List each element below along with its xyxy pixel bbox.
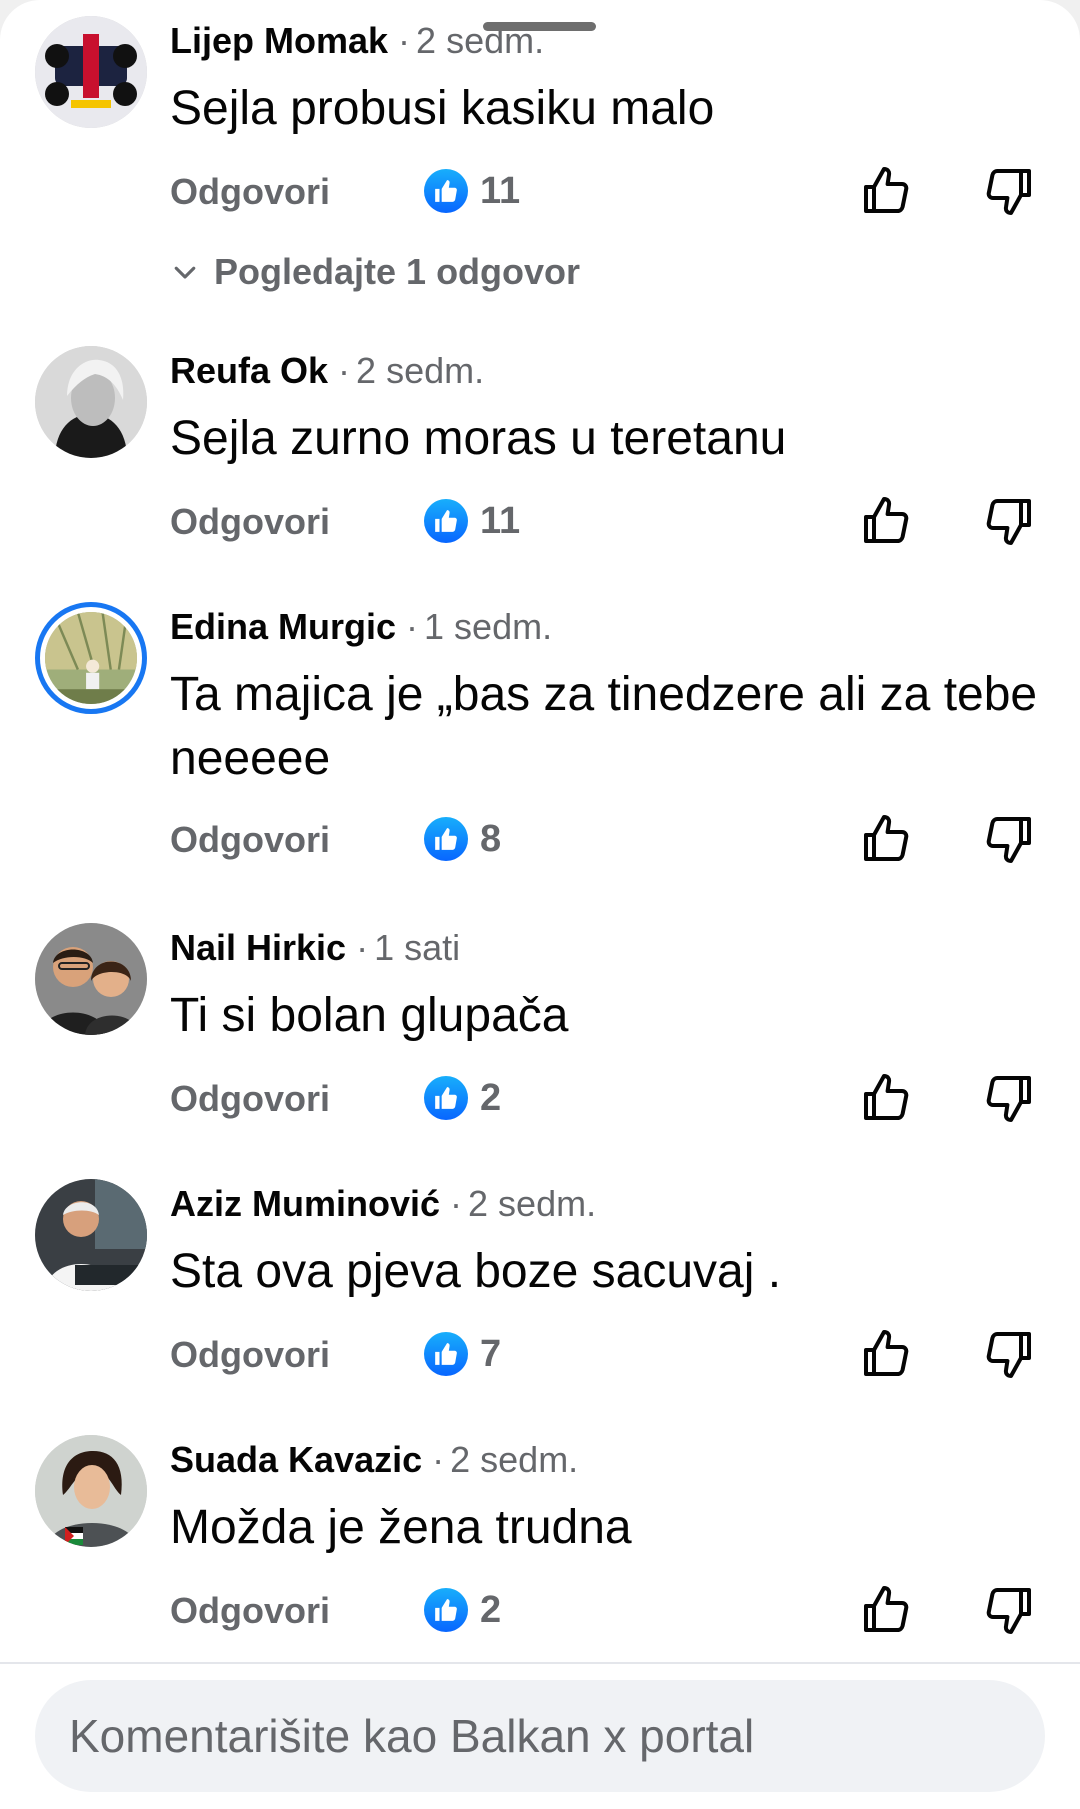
avatar-man-image: [35, 1179, 147, 1291]
thumbs-up-outline-icon[interactable]: [862, 1072, 910, 1124]
comment-actions: Odgovori 7: [0, 1328, 1080, 1384]
comment-text: Sta ova pjeva boze sacuvaj .: [170, 1245, 782, 1298]
drag-handle[interactable]: [483, 22, 596, 31]
author-name[interactable]: Aziz Muminović: [170, 1183, 440, 1224]
like-thumb-icon: [424, 499, 468, 543]
like-summary[interactable]: 11: [424, 167, 520, 215]
avatar[interactable]: [35, 1179, 147, 1291]
separator-dot: ·: [450, 1183, 463, 1224]
comment-meta: Edina Murgic · 1 sedm.: [170, 606, 552, 648]
comment-text: Ta majica je „bas za tinedzere ali za te…: [170, 668, 1038, 785]
comment-text: Ti si bolan glupača: [170, 989, 569, 1042]
like-thumb-icon: [424, 817, 468, 861]
timestamp[interactable]: 2 sedm.: [356, 350, 484, 391]
separator-dot: ·: [356, 927, 369, 968]
like-count: 11: [480, 499, 521, 542]
comment-input-placeholder: Komentarišite kao Balkan x portal: [69, 1710, 755, 1762]
avatar-portrait-image: [35, 346, 147, 458]
comment-text: Sejla probusi kasiku malo: [170, 82, 715, 135]
separator-dot: ·: [432, 1439, 445, 1480]
chevron-down-icon: [174, 266, 196, 279]
separator-dot: ·: [338, 350, 351, 391]
comment-text: Možda je žena trudna: [170, 1501, 632, 1554]
thumbs-down-outline-icon[interactable]: [985, 1328, 1033, 1380]
author-name[interactable]: Lijep Momak: [170, 20, 388, 61]
like-count: 7: [480, 1332, 502, 1375]
avatar[interactable]: [35, 923, 147, 1035]
view-replies-button[interactable]: Pogledajte 1 odgovor: [170, 251, 580, 293]
comment-meta: Aziz Muminović · 2 sedm.: [170, 1183, 596, 1225]
separator-dot: ·: [406, 606, 419, 647]
view-replies-label: Pogledajte 1 odgovor: [214, 251, 581, 292]
comment-actions: Odgovori 2: [0, 1584, 1080, 1640]
like-summary[interactable]: 2: [424, 1074, 501, 1122]
like-thumb-icon: [424, 1588, 468, 1632]
comment-meta: Suada Kavazic · 2 sedm.: [170, 1439, 578, 1481]
timestamp[interactable]: 1 sedm.: [424, 606, 552, 647]
comment-actions: Odgovori 8: [0, 813, 1080, 869]
thumbs-down-outline-icon[interactable]: [985, 813, 1033, 865]
reply-button[interactable]: Odgovori: [170, 819, 330, 861]
avatar[interactable]: [35, 346, 147, 458]
like-summary[interactable]: 11: [424, 497, 520, 545]
avatar-outdoor-image: [45, 612, 137, 704]
like-count: 8: [480, 817, 502, 860]
like-count: 11: [480, 169, 521, 212]
reply-button[interactable]: Odgovori: [170, 1334, 330, 1376]
reply-button[interactable]: Odgovori: [170, 501, 330, 543]
avatar-woman-image: [35, 1435, 147, 1547]
comment-meta: Reufa Ok · 2 sedm.: [170, 350, 484, 392]
avatar-couple-image: [35, 923, 147, 1035]
thumbs-down-outline-icon[interactable]: [985, 1072, 1033, 1124]
thumbs-up-outline-icon[interactable]: [862, 1584, 910, 1636]
thumbs-up-outline-icon[interactable]: [862, 495, 910, 547]
timestamp[interactable]: 1 sati: [374, 927, 460, 968]
comment-actions: Odgovori 11: [0, 495, 1080, 551]
author-name[interactable]: Nail Hirkic: [170, 927, 346, 968]
author-name[interactable]: Suada Kavazic: [170, 1439, 422, 1480]
avatar[interactable]: [35, 16, 147, 128]
reply-button[interactable]: Odgovori: [170, 1078, 330, 1120]
author-name[interactable]: Reufa Ok: [170, 350, 328, 391]
like-count: 2: [480, 1076, 502, 1119]
separator-dot: ·: [398, 20, 411, 61]
thumbs-up-outline-icon[interactable]: [862, 1328, 910, 1380]
thumbs-down-outline-icon[interactable]: [985, 165, 1033, 217]
avatar[interactable]: [35, 602, 147, 714]
thumbs-down-outline-icon[interactable]: [985, 1584, 1033, 1636]
avatar-race-car-image: [35, 16, 147, 128]
composer-divider: [0, 1662, 1080, 1664]
reply-button[interactable]: Odgovori: [170, 171, 330, 213]
reply-button[interactable]: Odgovori: [170, 1590, 330, 1632]
thumbs-up-outline-icon[interactable]: [862, 813, 910, 865]
like-thumb-icon: [424, 1076, 468, 1120]
thumbs-up-outline-icon[interactable]: [862, 165, 910, 217]
comment-text: Sejla zurno moras u teretanu: [170, 412, 787, 465]
like-count: 2: [480, 1588, 502, 1631]
comments-sheet: Lijep Momak · 2 sedm. Sejla probusi kasiku…: [0, 0, 1080, 1809]
comment-input[interactable]: Komentarišite kao Balkan x portal: [35, 1680, 1045, 1792]
like-summary[interactable]: 2: [424, 1586, 501, 1634]
timestamp[interactable]: 2 sedm.: [450, 1439, 578, 1480]
author-name[interactable]: Edina Murgic: [170, 606, 396, 647]
thumbs-down-outline-icon[interactable]: [985, 495, 1033, 547]
avatar[interactable]: [35, 1435, 147, 1547]
like-thumb-icon: [424, 1332, 468, 1376]
like-summary[interactable]: 7: [424, 1330, 501, 1378]
like-summary[interactable]: 8: [424, 815, 501, 863]
comment-actions: Odgovori 11: [0, 165, 1080, 221]
timestamp[interactable]: 2 sedm.: [468, 1183, 596, 1224]
comment-actions: Odgovori 2: [0, 1072, 1080, 1128]
comment-meta: Nail Hirkic · 1 sati: [170, 927, 460, 969]
like-thumb-icon: [424, 169, 468, 213]
